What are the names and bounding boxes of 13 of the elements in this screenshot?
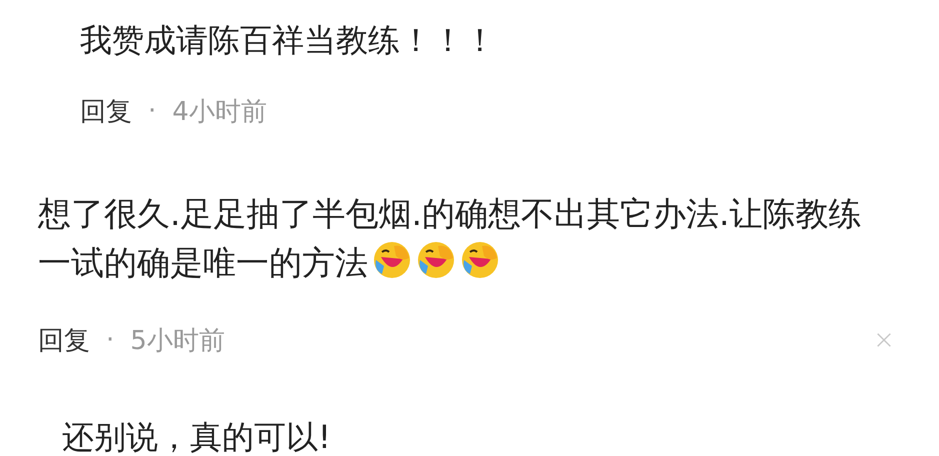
laughing-emoji-icon	[372, 240, 412, 280]
close-icon[interactable]	[875, 331, 893, 349]
comment-time: 5小时前	[130, 324, 225, 358]
comment-text: 想了很久.足足抽了半包烟.的确想不出其它办法.让陈教练一试的确是唯一的方法	[38, 193, 862, 284]
comment-time: 4小时前	[172, 96, 267, 128]
laughing-emoji-icon	[416, 240, 456, 280]
comment-text: 还别说，真的可以!	[62, 417, 332, 456]
reply-link[interactable]: 回复	[80, 94, 132, 128]
separator-dot: ·	[148, 96, 156, 126]
laughing-emoji-icon	[460, 240, 500, 280]
separator-dot: ·	[106, 325, 114, 355]
reply-link[interactable]: 回复	[38, 322, 90, 358]
comment-text: 我赞成请陈百祥当教练！！！	[80, 20, 497, 61]
